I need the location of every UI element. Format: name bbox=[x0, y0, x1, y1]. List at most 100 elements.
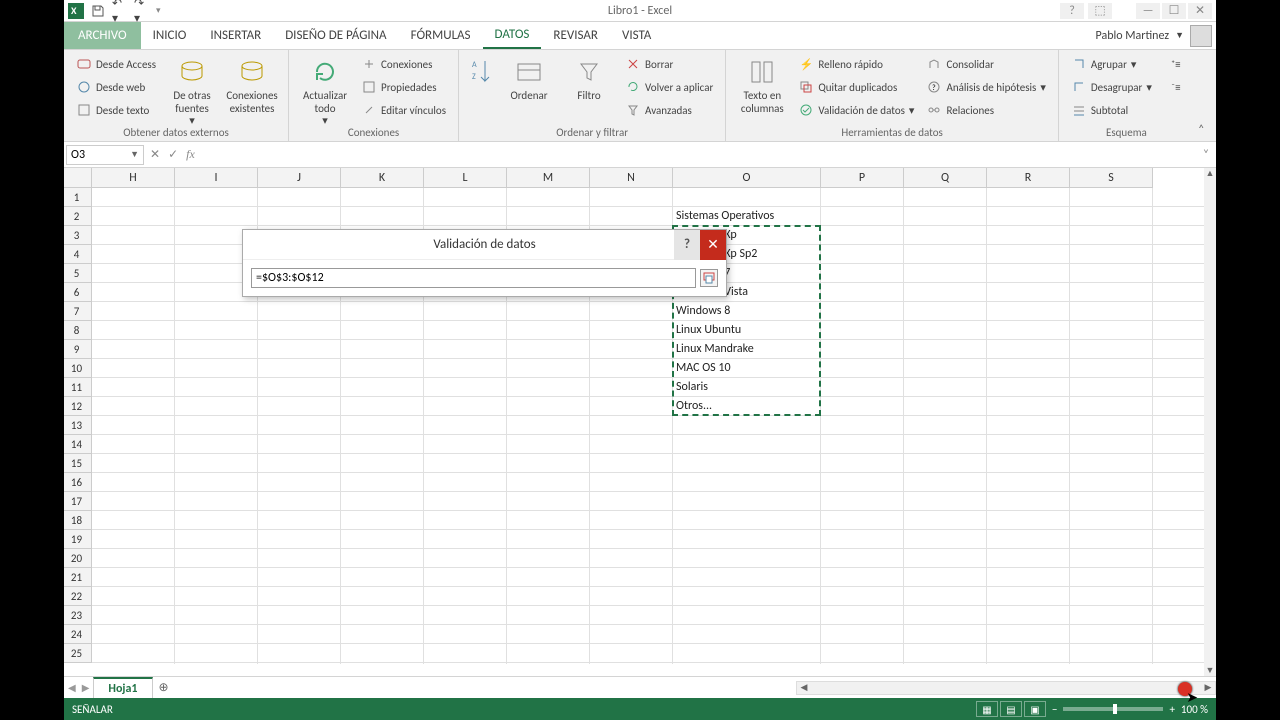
zoom-slider[interactable] bbox=[1063, 707, 1163, 711]
sort-button[interactable]: Ordenar bbox=[501, 54, 557, 103]
dialog-help-button[interactable]: ? bbox=[674, 230, 700, 260]
close-icon[interactable]: ✕ bbox=[1188, 3, 1212, 19]
tab-insertar[interactable]: INSERTAR bbox=[198, 22, 273, 49]
add-sheet-button[interactable]: ⊕ bbox=[153, 677, 175, 698]
tab-vista[interactable]: VISTA bbox=[610, 22, 663, 49]
row-header[interactable]: 10 bbox=[64, 359, 92, 378]
existing-conn-button[interactable]: Conexiones existentes bbox=[224, 54, 280, 115]
sort-az-button[interactable]: AZ bbox=[467, 54, 497, 90]
row-header[interactable]: 15 bbox=[64, 454, 92, 473]
horizontal-scrollbar[interactable]: ◀ ▶ bbox=[796, 681, 1216, 695]
file-tab[interactable]: ARCHIVO bbox=[64, 22, 141, 49]
column-header[interactable]: N bbox=[590, 168, 673, 188]
tab-formulas[interactable]: FÓRMULAS bbox=[399, 22, 483, 49]
user-name[interactable]: Pablo Martinez bbox=[1096, 29, 1170, 43]
row-header[interactable]: 12 bbox=[64, 397, 92, 416]
help-icon[interactable]: ? bbox=[1060, 3, 1084, 19]
reapply-button[interactable]: Volver a aplicar bbox=[621, 77, 717, 97]
redo-icon[interactable]: ↷ ▾ bbox=[134, 3, 150, 19]
hide-detail-button[interactable]: ⁻≡ bbox=[1166, 77, 1186, 97]
enter-formula-icon[interactable]: ✓ bbox=[168, 147, 178, 162]
row-header[interactable]: 17 bbox=[64, 492, 92, 511]
from-web-button[interactable]: Desde web bbox=[72, 77, 160, 97]
row-header[interactable]: 21 bbox=[64, 568, 92, 587]
ungroup-button[interactable]: Desagrupar ▾ bbox=[1067, 77, 1156, 97]
tab-inicio[interactable]: INICIO bbox=[141, 22, 199, 49]
hscroll-right-icon[interactable]: ▶ bbox=[1201, 681, 1215, 695]
row-header[interactable]: 11 bbox=[64, 378, 92, 397]
name-box[interactable]: O3▼ bbox=[66, 145, 144, 165]
from-access-button[interactable]: Desde Access bbox=[72, 54, 160, 74]
column-header[interactable]: O bbox=[673, 168, 821, 188]
namebox-dropdown-icon[interactable]: ▼ bbox=[130, 149, 139, 160]
sheet-next-icon[interactable]: ▶ bbox=[82, 681, 90, 694]
ribbon-display-icon[interactable]: ⬚ bbox=[1088, 3, 1112, 19]
row-header[interactable]: 2 bbox=[64, 207, 92, 226]
column-header[interactable]: P bbox=[821, 168, 904, 188]
tab-diseno[interactable]: DISEÑO DE PÁGINA bbox=[273, 22, 398, 49]
pagebreak-view-icon[interactable]: ▣ bbox=[1024, 701, 1046, 717]
group-button[interactable]: Agrupar ▾ bbox=[1067, 54, 1156, 74]
from-text-button[interactable]: Desde texto bbox=[72, 100, 160, 120]
tab-datos[interactable]: DATOS bbox=[483, 22, 542, 49]
row-header[interactable]: 25 bbox=[64, 644, 92, 663]
qat-customise-icon[interactable]: ▾ bbox=[156, 5, 161, 16]
row-header[interactable]: 19 bbox=[64, 530, 92, 549]
row-header[interactable]: 16 bbox=[64, 473, 92, 492]
user-menu-caret-icon[interactable]: ▼ bbox=[1175, 30, 1184, 41]
tab-revisar[interactable]: REVISAR bbox=[541, 22, 610, 49]
row-header[interactable]: 22 bbox=[64, 587, 92, 606]
row-header[interactable]: 20 bbox=[64, 549, 92, 568]
row-header[interactable]: 8 bbox=[64, 321, 92, 340]
row-header[interactable]: 9 bbox=[64, 340, 92, 359]
filter-button[interactable]: Filtro bbox=[561, 54, 617, 103]
cell-area[interactable]: Sistemas OperativosWindows XpWindows Xp … bbox=[92, 188, 1204, 664]
range-input[interactable] bbox=[251, 268, 696, 288]
row-header[interactable]: 6 bbox=[64, 283, 92, 302]
maximize-icon[interactable]: ☐ bbox=[1162, 3, 1186, 19]
column-header[interactable]: L bbox=[424, 168, 507, 188]
column-header[interactable]: J bbox=[258, 168, 341, 188]
row-header[interactable]: 1 bbox=[64, 188, 92, 207]
other-sources-button[interactable]: De otras fuentes ▾ bbox=[164, 54, 220, 128]
collapse-ribbon-icon[interactable]: ˄ bbox=[1198, 123, 1212, 137]
formula-input[interactable] bbox=[201, 145, 1196, 165]
edit-links-button[interactable]: Editar vínculos bbox=[357, 100, 450, 120]
column-header[interactable]: R bbox=[987, 168, 1070, 188]
clear-filter-button[interactable]: Borrar bbox=[621, 54, 717, 74]
show-detail-button[interactable]: ⁺≡ bbox=[1166, 54, 1186, 74]
row-header[interactable]: 14 bbox=[64, 435, 92, 454]
normal-view-icon[interactable]: ▦ bbox=[976, 701, 998, 717]
row-header[interactable]: 5 bbox=[64, 264, 92, 283]
row-header[interactable]: 18 bbox=[64, 511, 92, 530]
subtotal-button[interactable]: Subtotal bbox=[1067, 100, 1156, 120]
zoom-in-icon[interactable]: + bbox=[1169, 703, 1174, 716]
sheet-tab-active[interactable]: Hoja1 bbox=[93, 677, 152, 698]
dialog-expand-button[interactable] bbox=[700, 269, 718, 287]
row-header[interactable]: 23 bbox=[64, 606, 92, 625]
column-headers[interactable]: HIJKLMNOPQRS bbox=[92, 168, 1204, 188]
row-header[interactable]: 3 bbox=[64, 226, 92, 245]
row-header[interactable]: 7 bbox=[64, 302, 92, 321]
fx-icon[interactable]: fx bbox=[186, 147, 195, 162]
zoom-out-icon[interactable]: − bbox=[1052, 703, 1057, 716]
expand-formula-icon[interactable]: ˅ bbox=[1196, 148, 1216, 162]
row-header[interactable]: 24 bbox=[64, 625, 92, 644]
flash-fill-button[interactable]: ⚡Relleno rápido bbox=[794, 54, 918, 74]
column-header[interactable]: Q bbox=[904, 168, 987, 188]
refresh-all-button[interactable]: Actualizar todo ▾ bbox=[297, 54, 353, 128]
layout-view-icon[interactable]: ▤ bbox=[1000, 701, 1022, 717]
advanced-button[interactable]: Avanzadas bbox=[621, 100, 717, 120]
scroll-down-icon[interactable]: ▼ bbox=[1206, 665, 1215, 676]
cell-header[interactable]: Sistemas Operativos bbox=[673, 207, 821, 226]
column-header[interactable]: S bbox=[1070, 168, 1153, 188]
column-header[interactable]: K bbox=[341, 168, 424, 188]
sheet-prev-icon[interactable]: ◀ bbox=[68, 681, 76, 694]
select-all-corner[interactable] bbox=[64, 168, 92, 188]
column-header[interactable]: I bbox=[175, 168, 258, 188]
data-validation-button[interactable]: Validación de datos ▾ bbox=[794, 100, 918, 120]
undo-icon[interactable]: ↶ ▾ bbox=[112, 3, 128, 19]
remove-dups-button[interactable]: Quitar duplicados bbox=[794, 77, 918, 97]
dialog-close-button[interactable]: ✕ bbox=[700, 230, 726, 260]
row-header[interactable]: 4 bbox=[64, 245, 92, 264]
